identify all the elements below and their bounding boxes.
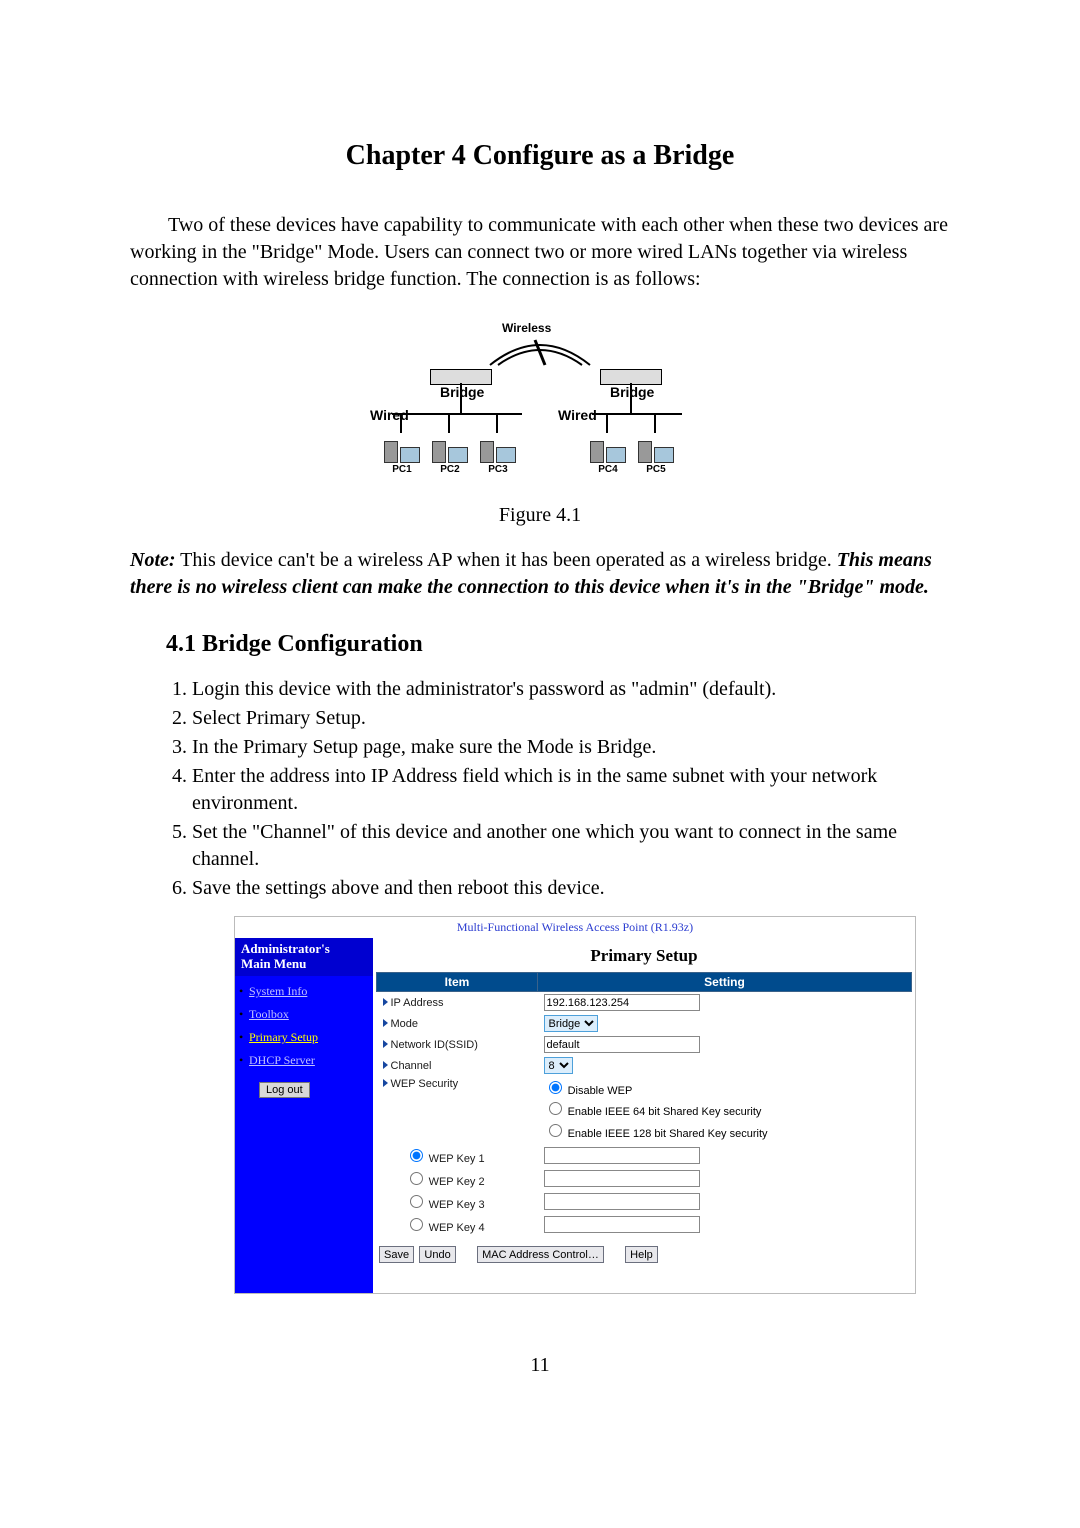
wep-key1-input[interactable]	[544, 1147, 700, 1164]
wep-key-label: WEP Key 1	[429, 1153, 485, 1165]
chevron-right-icon	[383, 1061, 388, 1069]
wireless-link-icon	[480, 335, 600, 369]
sidebar-item-primary-setup[interactable]: Primary Setup	[235, 1026, 373, 1049]
wep-security-label: WEP Security	[391, 1078, 459, 1090]
bridge-topology-diagram: Wireless Bridge Bridge Wired Wired	[330, 321, 750, 501]
pc-label: PC5	[636, 464, 676, 475]
network-id-label: Network ID(SSID)	[391, 1039, 478, 1051]
wep-key4-option[interactable]: WEP Key 4	[405, 1222, 485, 1234]
col-setting-header: Setting	[538, 973, 912, 992]
admin-sidebar: Administrator's Main Menu System Info To…	[235, 938, 373, 1293]
wep-64bit-option[interactable]: Enable IEEE 64 bit Shared Key security	[544, 1106, 762, 1118]
wired-label-left: Wired	[370, 407, 409, 423]
chapter-title: Chapter 4 Configure as a Bridge	[130, 140, 950, 172]
section-heading: 4.1 Bridge Configuration	[166, 631, 950, 658]
wep-key2-radio[interactable]	[410, 1172, 423, 1185]
step-item: Select Primary Setup.	[192, 705, 950, 732]
pc-label: PC4	[588, 464, 628, 475]
wep-64bit-radio[interactable]	[549, 1102, 562, 1115]
bridge-label-right: Bridge	[610, 384, 654, 400]
chevron-right-icon	[383, 1019, 388, 1027]
wep-key1-radio[interactable]	[410, 1149, 423, 1162]
channel-label: Channel	[391, 1060, 432, 1072]
undo-button[interactable]: Undo	[419, 1246, 455, 1263]
intro-paragraph: Two of these devices have capability to …	[130, 212, 950, 293]
primary-setup-table: Item Setting IP Address Mode	[376, 972, 912, 1236]
chevron-right-icon	[383, 1079, 388, 1087]
sidebar-item-dhcp-server[interactable]: DHCP Server	[235, 1049, 373, 1072]
chevron-right-icon	[383, 1040, 388, 1048]
wired-label-right: Wired	[558, 407, 597, 423]
pc-4: PC4	[588, 441, 628, 475]
step-item: In the Primary Setup page, make sure the…	[192, 734, 950, 761]
pc-1: PC1	[382, 441, 422, 475]
chevron-right-icon	[383, 998, 388, 1006]
pc-3: PC3	[478, 441, 518, 475]
note-plain: This device can't be a wireless AP when …	[176, 549, 837, 571]
note-label: Note:	[130, 549, 176, 571]
network-id-input[interactable]	[544, 1036, 700, 1053]
wep-key4-radio[interactable]	[410, 1218, 423, 1231]
ip-address-label: IP Address	[391, 997, 444, 1009]
wep-key4-input[interactable]	[544, 1216, 700, 1233]
wep-disable-radio[interactable]	[549, 1081, 562, 1094]
logout-button[interactable]: Log out	[259, 1082, 310, 1098]
page-number: 11	[130, 1354, 950, 1377]
col-item-header: Item	[377, 973, 538, 992]
wep-disable-option[interactable]: Disable WEP	[544, 1085, 633, 1097]
pc-label: PC1	[382, 464, 422, 475]
sidebar-header-line1: Administrator's	[241, 941, 330, 956]
save-button[interactable]: Save	[379, 1246, 414, 1263]
wep-128bit-radio[interactable]	[549, 1124, 562, 1137]
sidebar-header-line2: Main Menu	[241, 956, 306, 971]
wep-opt-label: Enable IEEE 128 bit Shared Key security	[568, 1128, 768, 1140]
button-bar: Save Undo MAC Address Control… Help	[379, 1246, 915, 1263]
wep-key3-option[interactable]: WEP Key 3	[405, 1199, 485, 1211]
sidebar-header: Administrator's Main Menu	[235, 938, 373, 976]
wep-key2-input[interactable]	[544, 1170, 700, 1187]
pc-label: PC3	[478, 464, 518, 475]
step-item: Save the settings above and then reboot …	[192, 875, 950, 902]
primary-setup-screenshot: Multi-Functional Wireless Access Point (…	[234, 916, 916, 1294]
document-page: Chapter 4 Configure as a Bridge Two of t…	[0, 0, 1080, 1528]
step-item: Enter the address into IP Address field …	[192, 763, 950, 817]
wep-key3-input[interactable]	[544, 1193, 700, 1210]
mac-address-control-button[interactable]: MAC Address Control…	[477, 1246, 604, 1263]
mode-select[interactable]: Bridge	[544, 1015, 598, 1032]
step-item: Login this device with the administrator…	[192, 676, 950, 703]
wep-key-label: WEP Key 3	[429, 1199, 485, 1211]
steps-list: Login this device with the administrator…	[160, 676, 950, 902]
panel-title: Primary Setup	[373, 938, 915, 972]
sidebar-item-toolbox[interactable]: Toolbox	[235, 1003, 373, 1026]
note-block: Note: This device can't be a wireless AP…	[130, 547, 950, 601]
step-item: Set the "Channel" of this device and ano…	[192, 819, 950, 873]
channel-select[interactable]: 8	[544, 1057, 573, 1074]
wep-key2-option[interactable]: WEP Key 2	[405, 1176, 485, 1188]
wep-128bit-option[interactable]: Enable IEEE 128 bit Shared Key security	[544, 1128, 768, 1140]
wep-key-label: WEP Key 4	[429, 1222, 485, 1234]
wep-key-label: WEP Key 2	[429, 1176, 485, 1188]
help-button[interactable]: Help	[625, 1246, 658, 1263]
figure-caption: Figure 4.1	[130, 504, 950, 527]
product-title: Multi-Functional Wireless Access Point (…	[235, 917, 915, 938]
pc-label: PC2	[430, 464, 470, 475]
figure-4-1: Wireless Bridge Bridge Wired Wired	[130, 321, 950, 527]
wep-opt-label: Disable WEP	[568, 1085, 633, 1097]
wep-opt-label: Enable IEEE 64 bit Shared Key security	[568, 1106, 762, 1118]
bridge-label-left: Bridge	[440, 384, 484, 400]
wireless-label: Wireless	[502, 321, 551, 335]
ip-address-input[interactable]	[544, 994, 700, 1011]
sidebar-item-system-info[interactable]: System Info	[235, 980, 373, 1003]
wep-key3-radio[interactable]	[410, 1195, 423, 1208]
pc-2: PC2	[430, 441, 470, 475]
mode-label: Mode	[391, 1018, 419, 1030]
wep-key1-option[interactable]: WEP Key 1	[405, 1153, 485, 1165]
pc-5: PC5	[636, 441, 676, 475]
primary-setup-panel: Primary Setup Item Setting IP Address	[373, 938, 915, 1293]
